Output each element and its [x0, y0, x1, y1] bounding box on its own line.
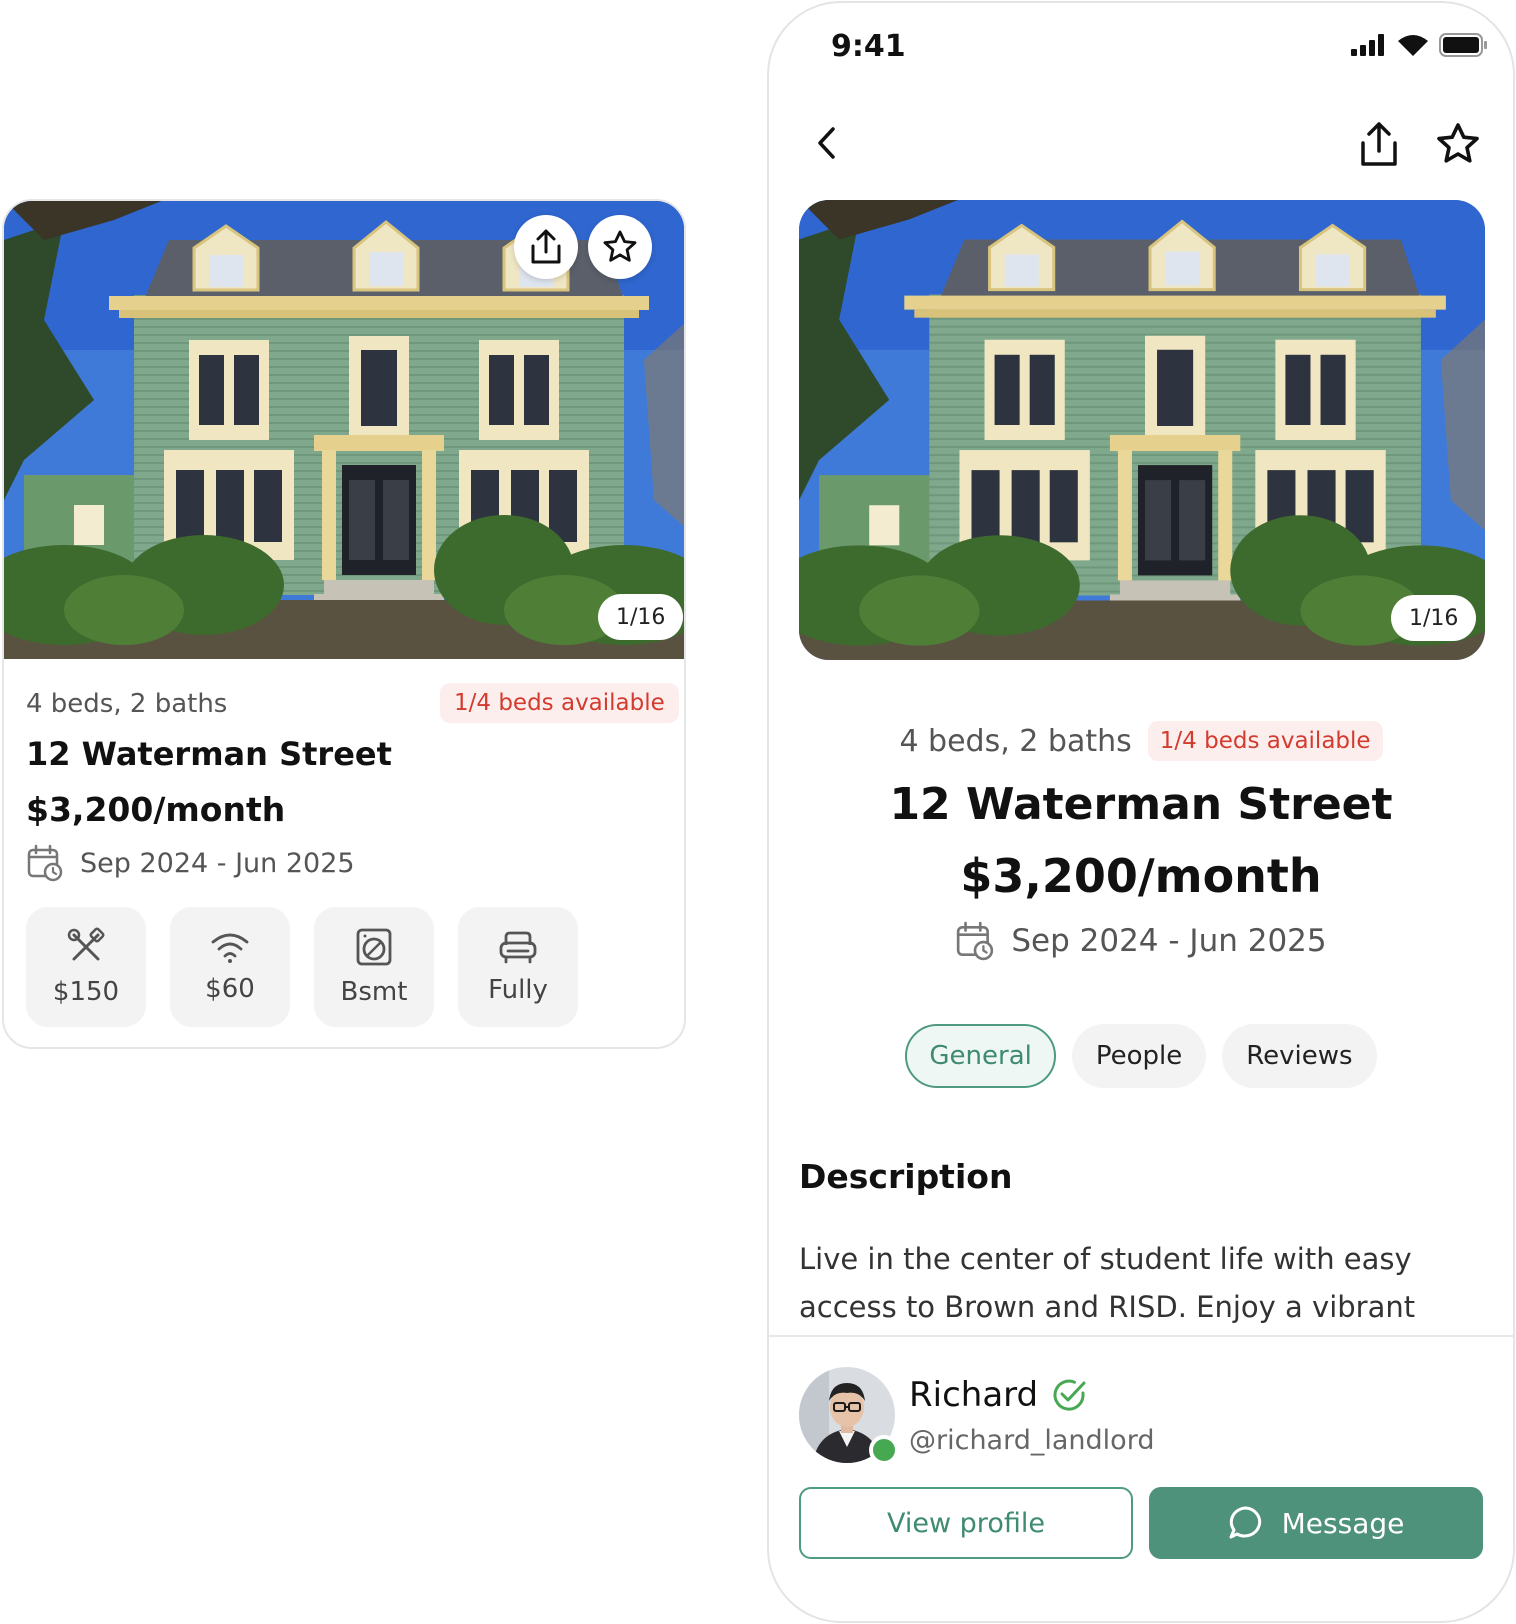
favorite-button[interactable] — [1433, 119, 1483, 169]
verified-check-icon — [1053, 1379, 1086, 1411]
tab-people[interactable]: People — [1071, 1024, 1207, 1088]
lease-dates: Sep 2024 - Jun 2025 — [26, 844, 355, 882]
favorite-button[interactable] — [588, 215, 652, 279]
amenity-laundry[interactable]: Bsmt — [314, 907, 434, 1027]
divider — [769, 1335, 1513, 1337]
back-button[interactable] — [807, 123, 847, 163]
phone-listing-detail: 9:41 1/16 4 beds, 2 baths 1/4 beds avail… — [767, 1, 1515, 1623]
listing-photo[interactable]: 1/16 — [4, 201, 686, 659]
tab-reviews[interactable]: Reviews — [1222, 1024, 1377, 1088]
amenities-list: $150 $60 Bsmt Fully — [26, 907, 578, 1027]
listing-price: $3,200/month — [26, 790, 286, 829]
washer-icon — [356, 928, 392, 966]
availability-badge: 1/4 beds available — [1147, 721, 1383, 761]
amenity-utilities[interactable]: $150 — [26, 907, 146, 1027]
tab-general[interactable]: General — [905, 1024, 1056, 1088]
landlord-name-row: Richard — [909, 1375, 1088, 1415]
house-photo-image — [4, 201, 686, 659]
photo-counter: 1/16 — [598, 594, 684, 640]
message-button-label: Message — [1281, 1506, 1405, 1540]
description-heading: Description — [799, 1157, 1013, 1196]
chat-bubble-icon — [1229, 1506, 1261, 1539]
wifi-icon — [211, 933, 249, 963]
wifi-status-icon — [1398, 35, 1428, 56]
beds-baths: 4 beds, 2 baths — [26, 689, 228, 719]
chevron-left-icon — [818, 127, 835, 159]
star-icon — [603, 230, 637, 262]
landlord-name[interactable]: Richard — [909, 1375, 1038, 1415]
beds-availability-row: 4 beds, 2 baths 1/4 beds available — [769, 721, 1513, 761]
listing-price: $3,200/month — [960, 849, 1322, 903]
listing-photo[interactable]: 1/16 — [799, 200, 1485, 660]
status-time: 9:41 — [831, 29, 906, 64]
signal-icon — [1351, 34, 1384, 56]
amenity-furnished[interactable]: Fully — [458, 907, 578, 1027]
amenity-label: $150 — [52, 977, 120, 1007]
sofa-icon — [499, 931, 537, 964]
house-photo-image — [799, 200, 1485, 660]
status-icons — [1351, 33, 1487, 57]
calendar-clock-icon — [957, 921, 994, 961]
beds-baths: 4 beds, 2 baths — [899, 723, 1132, 759]
lease-dates-text: Sep 2024 - Jun 2025 — [1011, 923, 1327, 959]
view-profile-button[interactable]: View profile — [799, 1487, 1133, 1559]
listing-address: 12 Waterman Street — [889, 779, 1393, 830]
calendar-clock-icon — [27, 844, 63, 882]
landlord-handle: @richard_landlord — [909, 1425, 1155, 1456]
battery-icon — [1439, 33, 1487, 57]
photo-counter: 1/16 — [1391, 595, 1477, 641]
share-button[interactable] — [1355, 119, 1403, 169]
detail-tabs: General People Reviews — [769, 1024, 1513, 1088]
lease-dates-text: Sep 2024 - Jun 2025 — [80, 847, 355, 879]
tools-icon — [67, 927, 105, 961]
listing-address: 12 Waterman Street — [26, 735, 392, 773]
amenity-label: $60 — [205, 974, 255, 1004]
amenity-label: Fully — [488, 975, 548, 1005]
message-button[interactable]: Message — [1149, 1487, 1483, 1559]
description-text: Live in the center of student life with … — [799, 1242, 1416, 1324]
amenity-wifi[interactable]: $60 — [170, 907, 290, 1027]
lease-dates: Sep 2024 - Jun 2025 — [769, 921, 1513, 961]
share-icon — [531, 229, 561, 264]
share-icon — [1361, 122, 1397, 166]
share-button[interactable] — [514, 215, 578, 279]
listing-card[interactable]: 1/16 4 beds, 2 baths 1/4 beds available … — [2, 199, 686, 1049]
online-indicator — [869, 1435, 899, 1465]
amenity-label: Bsmt — [340, 977, 408, 1007]
availability-badge: 1/4 beds available — [440, 683, 679, 723]
star-icon — [1437, 123, 1479, 163]
